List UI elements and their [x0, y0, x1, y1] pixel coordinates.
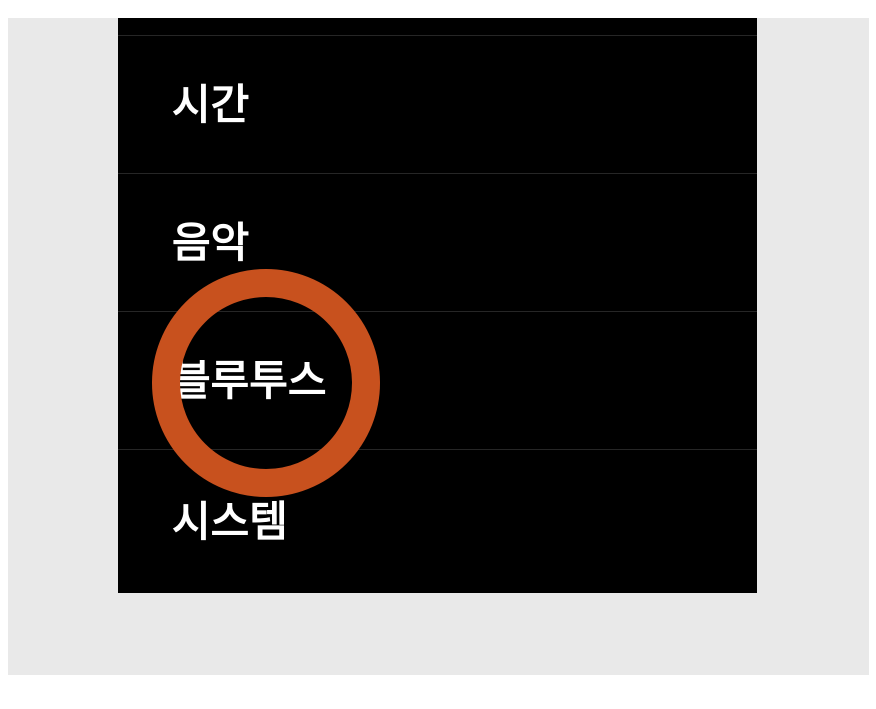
menu-item-label: 시스템 — [172, 496, 288, 546]
menu-item-time[interactable]: 시간 — [118, 36, 757, 174]
menu-item-bluetooth[interactable]: 블루투스 — [118, 312, 757, 450]
watch-screen: 시간 음악 블루투스 시스템 — [118, 18, 757, 593]
menu-item-label: 음악 — [172, 218, 250, 267]
menu-item-system[interactable]: 시스템 — [118, 450, 757, 593]
menu-item-label: 시간 — [172, 80, 250, 129]
menu-item-label: 블루투스 — [172, 356, 327, 405]
menu-item-music[interactable]: 음악 — [118, 174, 757, 312]
